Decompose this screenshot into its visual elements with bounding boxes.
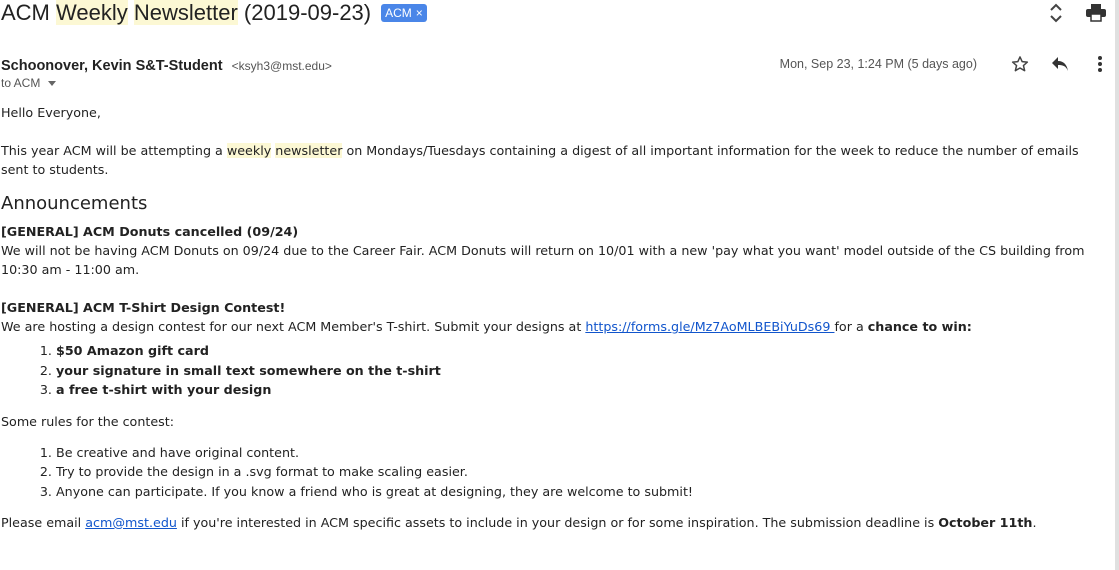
scrollbar-track[interactable] bbox=[1115, 0, 1119, 570]
closing-paragraph: Please email acm@mst.edu if you're inter… bbox=[1, 515, 1037, 530]
email-subject: ACM Weekly Newsletter (2019-09-23) bbox=[1, 0, 372, 25]
chevron-down-icon bbox=[48, 80, 57, 86]
list-item: Be creative and have original content. bbox=[56, 443, 1091, 463]
recipients-toggle[interactable]: to ACM bbox=[1, 76, 57, 90]
list-item: Try to provide the design in a .svg form… bbox=[56, 462, 1091, 482]
announcement-title: [GENERAL] ACM Donuts cancelled (09/24) bbox=[1, 224, 299, 239]
sender-name[interactable]: Schoonover, Kevin S&T-Student bbox=[1, 58, 223, 74]
greeting: Hello Everyone, bbox=[1, 105, 101, 120]
rules-list: Be creative and have original content. T… bbox=[1, 443, 1091, 502]
sender-email: <ksyh3@mst.edu> bbox=[231, 59, 332, 73]
message-date: Mon, Sep 23, 1:24 PM (5 days ago) bbox=[779, 57, 977, 71]
form-link[interactable]: https://forms.gle/Mz7AoMLBEBiYuDs69 bbox=[585, 319, 834, 334]
recipients-text: to ACM bbox=[1, 76, 41, 90]
more-vert-icon[interactable] bbox=[1089, 53, 1111, 75]
unfold-icon[interactable] bbox=[1045, 2, 1067, 24]
list-item: a free t-shirt with your design bbox=[56, 380, 1091, 400]
star-icon[interactable] bbox=[1009, 53, 1031, 75]
email-link[interactable]: acm@mst.edu bbox=[85, 515, 177, 530]
label-chip-acm[interactable]: ACM × bbox=[381, 4, 427, 22]
thread-actions bbox=[1045, 0, 1107, 26]
list-item: Anyone can participate. If you know a fr… bbox=[56, 482, 1091, 502]
subject-row: ACM Weekly Newsletter (2019-09-23) ACM × bbox=[1, 0, 427, 26]
message-meta: Mon, Sep 23, 1:24 PM (5 days ago) bbox=[780, 53, 1111, 75]
list-item: your signature in small text somewhere o… bbox=[56, 361, 1091, 381]
sender-row: Schoonover, Kevin S&T-Student <ksyh3@mst… bbox=[1, 55, 1111, 75]
label-chip-text: ACM bbox=[385, 6, 412, 20]
announcement-text: We will not be having ACM Donuts on 09/2… bbox=[1, 243, 1085, 277]
remove-label-icon[interactable]: × bbox=[416, 6, 423, 20]
announcements-heading: Announcements bbox=[1, 193, 148, 214]
announcement-text: We are hosting a design contest for our … bbox=[1, 319, 972, 334]
announcement-title: [GENERAL] ACM T-Shirt Design Contest! bbox=[1, 300, 286, 315]
list-item: $50 Amazon gift card bbox=[56, 341, 1091, 361]
message-body: Hello Everyone, This year ACM will be at… bbox=[1, 103, 1091, 532]
rules-intro: Some rules for the contest: bbox=[1, 413, 174, 429]
intro-paragraph: This year ACM will be attempting a weekl… bbox=[1, 143, 1079, 177]
print-icon[interactable] bbox=[1085, 2, 1107, 24]
reply-icon[interactable] bbox=[1049, 53, 1071, 75]
prize-list: $50 Amazon gift card your signature in s… bbox=[1, 341, 1091, 400]
